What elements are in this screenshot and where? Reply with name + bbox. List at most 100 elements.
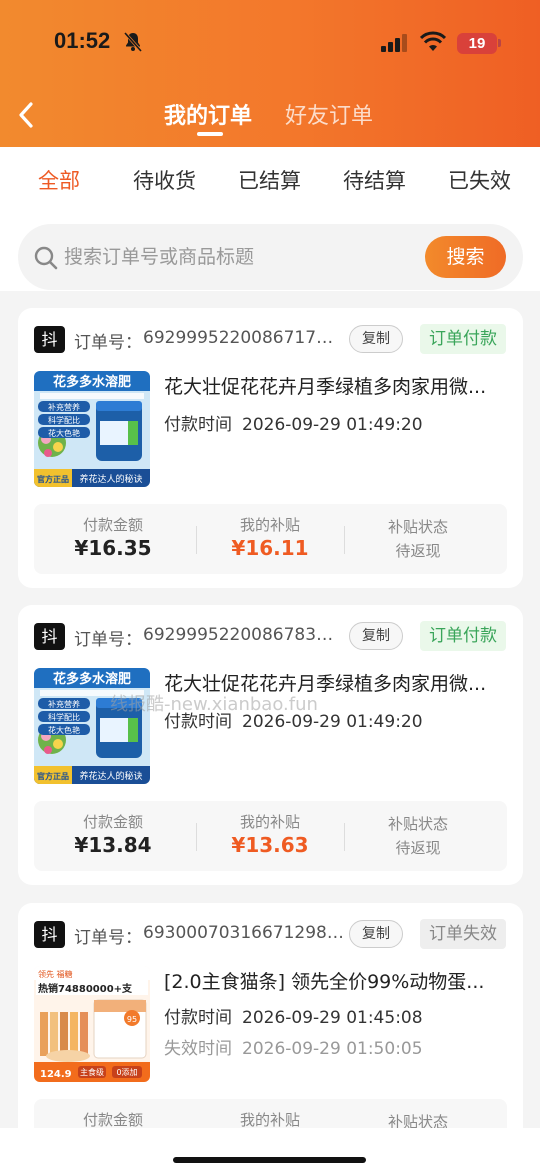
pay-time-row: 付款时间 2026-09-29 01:45:08: [164, 1003, 423, 1028]
subsidy-value: ¥13.63: [231, 833, 309, 857]
order-number: 6930007031667129891: [143, 923, 348, 943]
status-filter-bar: 全部 待收货 已结算 待结算 已失效: [0, 147, 540, 209]
order-number: 69299952200867835...: [143, 625, 343, 645]
status-bar: 01:52 19: [0, 0, 540, 88]
subsidy-status-stat: 补贴状态 待返现: [339, 504, 497, 574]
battery-tip: [498, 39, 501, 47]
order-card[interactable]: 抖 订单号： 69299952200867835... 复制 订单付款 花多多水…: [18, 605, 523, 885]
subsidy-stat: 我的补贴 ¥16.11: [191, 504, 349, 574]
back-icon[interactable]: [14, 100, 38, 130]
nav-bar: 我的订单 好友订单: [0, 88, 540, 146]
order-status-badge: 订单付款: [420, 621, 506, 651]
battery-level: 19: [457, 33, 497, 54]
invalid-time-label: 失效时间: [164, 1039, 232, 1059]
thumb-footer-left: 官方正品: [37, 474, 69, 484]
search-box: 搜索: [18, 224, 523, 290]
status-time: 01:52: [54, 28, 111, 53]
pay-amount-stat: 付款金额 ¥13.84: [34, 801, 192, 871]
filter-pending-receipt[interactable]: 待收货: [133, 165, 196, 195]
subsidy-status-value: 待返现: [395, 542, 441, 560]
douyin-platform-icon: 抖: [34, 623, 65, 650]
pay-time-label: 付款时间: [164, 1008, 232, 1028]
thumb-tag-additive: 0添加: [116, 1067, 137, 1077]
tab-friend-orders[interactable]: 好友订单: [285, 98, 373, 130]
order-stats: 付款金额 ¥16.35 我的补贴 ¥16.11 补贴状态 待返现: [34, 504, 507, 574]
invalid-time-value: 2026-09-29 01:50:05: [242, 1039, 423, 1059]
thumb-banner: 花多多水溶肥: [53, 671, 131, 687]
subsidy-value: ¥16.11: [231, 536, 309, 560]
thumb-footer-right: 养花达人的秘诀: [79, 473, 142, 485]
order-number-label: 订单号：: [74, 928, 142, 948]
subsidy-status-label: 补贴状态: [387, 518, 448, 536]
thumb-tag-3: 花大色艳: [48, 725, 80, 735]
order-number: 69299952200867179...: [143, 328, 343, 348]
subsidy-stat: 我的补贴 ¥13.63: [191, 801, 349, 871]
copy-order-button[interactable]: 复制: [349, 920, 403, 948]
product-thumbnail[interactable]: 领先 福糖 热销74880000+支 95 124.9 主食级 0添加: [34, 966, 150, 1082]
search-button[interactable]: 搜索: [425, 236, 506, 278]
filter-invalid[interactable]: 已失效: [448, 165, 511, 195]
thumb-footer-right: 养花达人的秘诀: [79, 770, 142, 782]
subsidy-label: 我的补贴: [239, 1111, 300, 1129]
pay-amount-value: ¥13.84: [74, 833, 152, 857]
silent-bell-icon: [123, 32, 143, 52]
subsidy-status-label: 补贴状态: [387, 815, 448, 833]
order-stats: 付款金额 ¥13.84 我的补贴 ¥13.63 补贴状态 待返现: [34, 801, 507, 871]
pay-amount-stat: 付款金额 ¥16.35: [34, 504, 192, 574]
filter-all[interactable]: 全部: [38, 165, 80, 195]
pay-time-label: 付款时间: [164, 415, 232, 435]
thumb-tag-1: 补充营养: [48, 402, 80, 412]
product-thumbnail[interactable]: 花多多水溶肥 补充营养 科学配比 花大色艳 官方正品 养花达人的秘诀: [34, 668, 150, 784]
order-status-badge: 订单付款: [420, 324, 506, 354]
wifi-icon: [420, 31, 446, 51]
douyin-platform-icon: 抖: [34, 326, 65, 353]
filter-settled[interactable]: 已结算: [238, 165, 301, 195]
order-card[interactable]: 抖 订单号： 6930007031667129891 复制 订单失效 领先 福糖…: [18, 903, 523, 1163]
pay-amount-value: ¥16.35: [74, 536, 152, 560]
subsidy-status-stat: 补贴状态 待返现: [339, 801, 497, 871]
copy-order-button[interactable]: 复制: [349, 325, 403, 353]
subsidy-label: 我的补贴: [239, 813, 300, 831]
pay-amount-label: 付款金额: [82, 516, 143, 534]
search-section: 搜索: [0, 209, 540, 291]
pay-time-value: 2026-09-29 01:45:08: [242, 1008, 423, 1028]
cat-treat-product-image: 领先 福糖 热销74880000+支 95 124.9 主食级 0添加: [34, 966, 150, 1082]
pay-amount-label: 付款金额: [82, 1111, 143, 1129]
thumb-footer-left: 官方正品: [37, 771, 69, 781]
invalid-time-row: 失效时间 2026-09-29 01:50:05: [164, 1034, 423, 1059]
pay-time-row: 付款时间 2026-09-29 01:49:20: [164, 410, 423, 435]
search-icon: [34, 246, 58, 270]
filter-pending-settlement[interactable]: 待结算: [343, 165, 406, 195]
thumb-headline: 热销74880000+支: [38, 982, 133, 995]
thumb-banner: 花多多水溶肥: [53, 374, 131, 390]
order-number-label: 订单号：: [74, 333, 142, 353]
home-indicator[interactable]: [173, 1157, 366, 1163]
home-indicator-area: [0, 1128, 540, 1174]
search-input[interactable]: [64, 242, 364, 272]
product-thumbnail[interactable]: 花多多水溶肥 补充营养 科学配比 花大色艳 官方正品 养花达人的秘诀: [34, 371, 150, 487]
thumb-price: 124.9: [40, 1069, 72, 1080]
thumb-brand: 领先 福糖: [38, 969, 73, 979]
thumb-tag-3: 花大色艳: [48, 428, 80, 438]
thumb-tag-2: 科学配比: [48, 415, 80, 425]
active-tab-indicator: [197, 132, 223, 136]
header: 01:52 19 我的订单 好友订单: [0, 0, 540, 147]
subsidy-label: 我的补贴: [239, 516, 300, 534]
fertilizer-product-image: 花多多水溶肥 补充营养 科学配比 花大色艳 官方正品 养花达人的秘诀: [34, 668, 150, 784]
order-card[interactable]: 抖 订单号： 69299952200867179... 复制 订单付款 花多多水…: [18, 308, 523, 588]
pay-time-value: 2026-09-29 01:49:20: [242, 415, 423, 435]
order-number-label: 订单号：: [74, 630, 142, 650]
order-status-badge: 订单失效: [420, 919, 506, 949]
pay-amount-label: 付款金额: [82, 813, 143, 831]
subsidy-status-value: 待返现: [395, 839, 441, 857]
thumb-badge: 95: [127, 1015, 137, 1024]
product-title: [2.0主食猫条] 领先全价99%动物蛋...: [164, 971, 485, 993]
thumb-tag-2: 科学配比: [48, 712, 80, 722]
thumb-tag-1: 补充营养: [48, 699, 80, 709]
copy-order-button[interactable]: 复制: [349, 622, 403, 650]
tab-my-orders[interactable]: 我的订单: [164, 98, 252, 130]
product-title: 花大壮促花花卉月季绿植多肉家用微...: [164, 376, 487, 398]
douyin-platform-icon: 抖: [34, 921, 65, 948]
cellular-signal-icon: [381, 34, 407, 52]
fertilizer-product-image: 花多多水溶肥 补充营养 科学配比 花大色艳 官方正品 养花达人的秘诀: [34, 371, 150, 487]
